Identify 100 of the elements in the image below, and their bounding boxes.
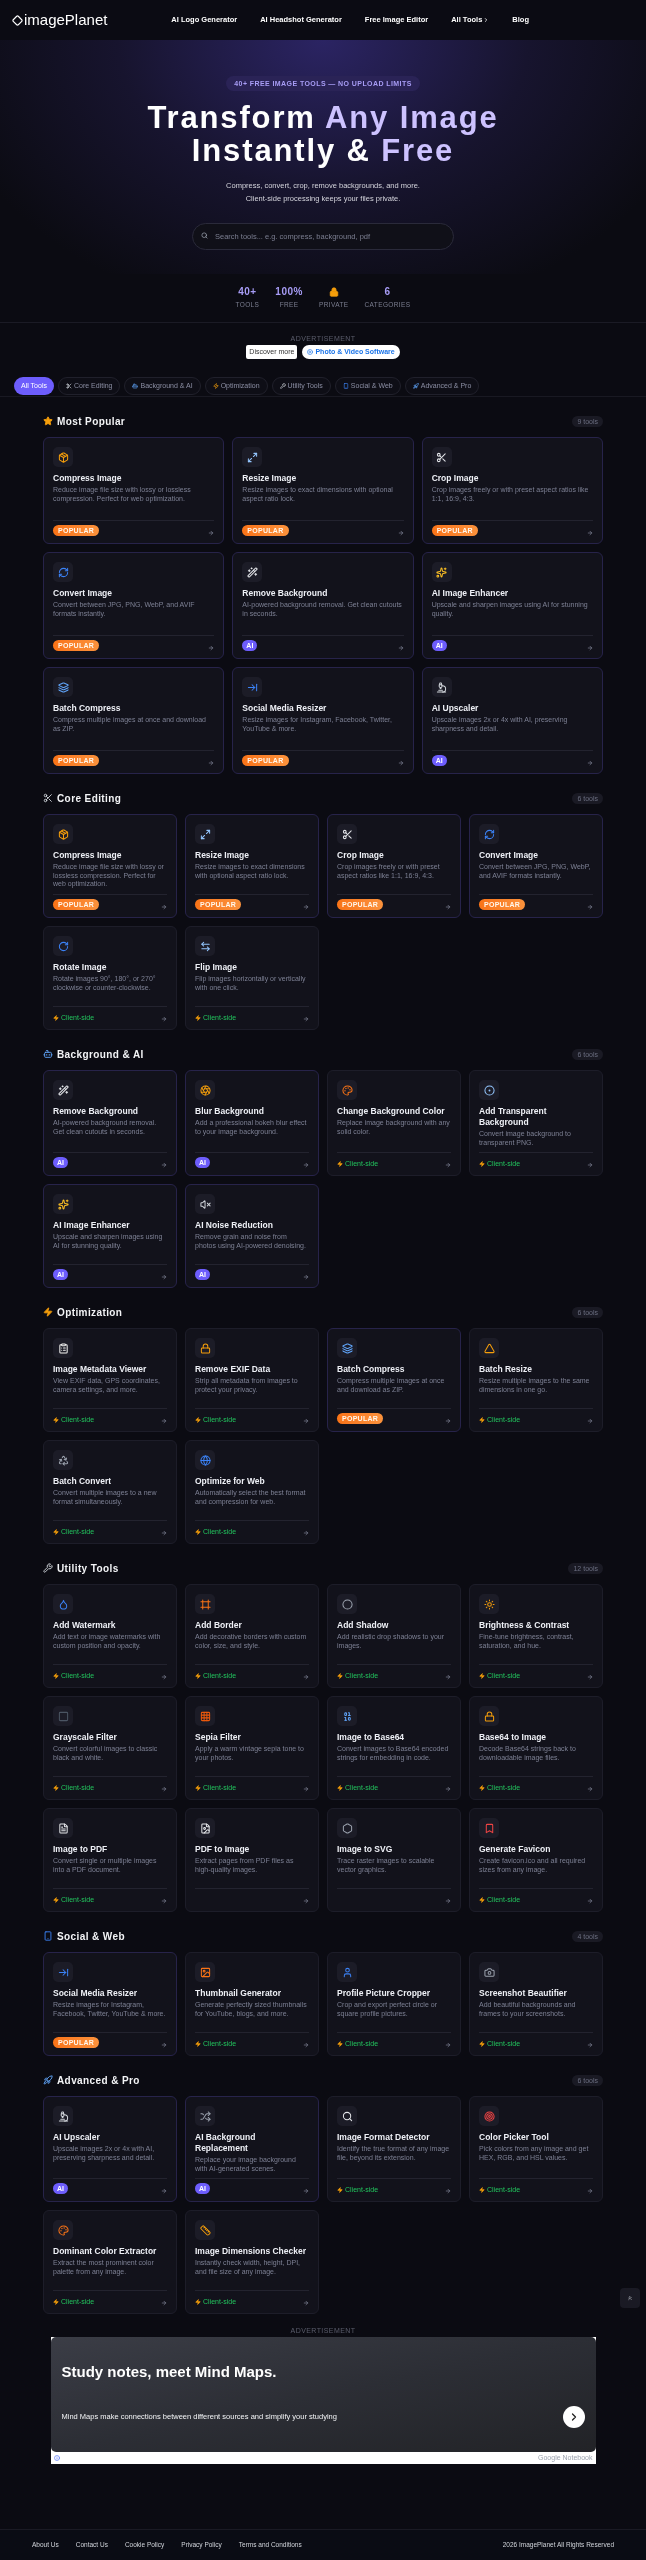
arrow-right-icon: [303, 904, 309, 911]
clipboard-icon: [57, 1342, 69, 1354]
arrow-right-icon: [161, 1530, 167, 1537]
resize-icon: [246, 451, 258, 463]
arrow-right-icon: [445, 2188, 451, 2195]
arrow-right-icon: [303, 1898, 309, 1905]
tool-title: PDF to Image: [195, 1844, 251, 1856]
camera-icon: [483, 1966, 495, 1978]
arrow-right-icon: [161, 1674, 167, 1681]
lightning-icon: [43, 1307, 53, 1318]
search-icon: [201, 232, 208, 239]
tool-title: Batch Convert: [53, 1476, 113, 1488]
arrow-right-icon: [161, 1016, 167, 1023]
arrow-right-icon: [587, 904, 593, 911]
lightning-icon: [479, 1896, 485, 1903]
lightning-icon: [212, 383, 219, 390]
hexagon-icon: [341, 1822, 353, 1834]
arrow-right-icon: [161, 1418, 167, 1425]
tool-title: Profile Picture Cropper: [337, 1988, 432, 2000]
document-icon: [57, 1822, 69, 1834]
hero-title: Transform Any Image Instantly & Free: [147, 101, 499, 167]
lightning-icon: [337, 2040, 343, 2047]
robot-icon: [132, 383, 139, 390]
arrow-right-icon: [445, 1418, 451, 1425]
arrow-right-icon: [397, 645, 404, 652]
microscope-icon: [436, 681, 448, 693]
tool-title: AI Image Enhancer: [53, 1220, 131, 1232]
tool-title: Crop Image: [431, 473, 480, 485]
target-icon: [483, 2110, 495, 2122]
section-title: Most Popular: [57, 414, 126, 429]
globe-icon: [199, 1454, 211, 1466]
tool-title: Brightness & Contrast: [479, 1620, 571, 1632]
tool-title: Social Media Resizer: [242, 703, 328, 715]
arrow-right-icon: [303, 2188, 309, 2195]
tool-title: Remove Background: [53, 1106, 140, 1118]
logo[interactable]: imagePlanet: [24, 12, 108, 28]
lightning-icon: [479, 2040, 485, 2047]
lightning-icon: [53, 1672, 59, 1679]
arrow-right-icon: [161, 2042, 167, 2049]
lock-icon: [199, 1342, 211, 1354]
phone-icon: [43, 1931, 53, 1942]
tool-title: AI Upscaler: [53, 2132, 101, 2144]
section-title: Utility Tools: [57, 1561, 119, 1576]
tool-title: Generate Favicon: [479, 1844, 552, 1856]
section-title: Advanced & Pro: [57, 2073, 140, 2088]
info-icon[interactable]: [53, 2455, 60, 2462]
tool-title: Screenshot Beautifier: [479, 1988, 568, 2000]
recycle-icon: [57, 1454, 69, 1466]
rotate-icon: [57, 940, 69, 952]
arrow-right-icon: [587, 1674, 593, 1681]
tool-title: AI Background Replacement: [195, 2132, 257, 2155]
section-title: Social & Web: [57, 1929, 125, 1944]
user-icon: [341, 1966, 353, 1978]
rocket-icon: [43, 2075, 53, 2086]
tool-title: Image Dimensions Checker: [195, 2246, 307, 2258]
chevrons-up-icon: [627, 2295, 633, 2301]
magic-wand-icon: [57, 1084, 69, 1096]
tool-title: AI Upscaler: [431, 703, 480, 715]
stat-value: 6: [384, 287, 391, 297]
lock-icon: [483, 1710, 495, 1722]
tool-title: Grayscale Filter: [53, 1732, 118, 1744]
lightning-icon: [195, 2040, 201, 2047]
arrow-right-icon: [303, 1162, 309, 1169]
arrow-right-icon: [161, 2188, 167, 2195]
tool-title: Image to SVG: [337, 1844, 394, 1856]
lightning-icon: [337, 1672, 343, 1679]
tool-title: Add Shadow: [337, 1620, 390, 1632]
arrow-right-icon: [303, 1674, 309, 1681]
sun-icon: [483, 1598, 495, 1610]
arrow-right-icon: [445, 904, 451, 911]
star-icon: [43, 416, 53, 427]
stat-value: 40+: [238, 287, 257, 297]
tool-title: AI Noise Reduction: [195, 1220, 274, 1232]
tool-title: Thumbnail Generator: [195, 1988, 282, 2000]
image-icon: [199, 1966, 211, 1978]
tool-title: Change Background Color: [337, 1106, 446, 1118]
arrow-right-icon: [303, 1016, 309, 1023]
sparkles-icon: [57, 1198, 69, 1210]
tool-title: Dominant Color Extractor: [53, 2246, 158, 2258]
arrow-right-icon: [303, 2300, 309, 2307]
arrow-right-icon: [445, 1674, 451, 1681]
robot-icon: [43, 1049, 53, 1060]
lightning-icon: [479, 1672, 485, 1679]
arrow-right-icon: [303, 1786, 309, 1793]
scroll-to-top-button[interactable]: [620, 2288, 640, 2308]
stat-value: 100%: [275, 287, 303, 297]
tool-title: Flip Image: [195, 962, 239, 974]
logo-icon: [12, 14, 23, 26]
tool-title: Resize Image: [195, 850, 250, 862]
play-icon: [307, 349, 314, 355]
arrow-right-icon: [208, 530, 215, 537]
ad-next-button[interactable]: [562, 2405, 585, 2428]
mute-icon: [199, 1198, 211, 1210]
tool-title: Convert Image: [53, 588, 114, 600]
aperture-icon: [199, 1084, 211, 1096]
tool-title: Compress Image: [53, 473, 123, 485]
tool-title: Image Format Detector: [337, 2132, 431, 2144]
arrow-right-icon: [397, 760, 404, 767]
tool-title: Blur Background: [195, 1106, 265, 1118]
section-title: Core Editing: [57, 791, 122, 806]
